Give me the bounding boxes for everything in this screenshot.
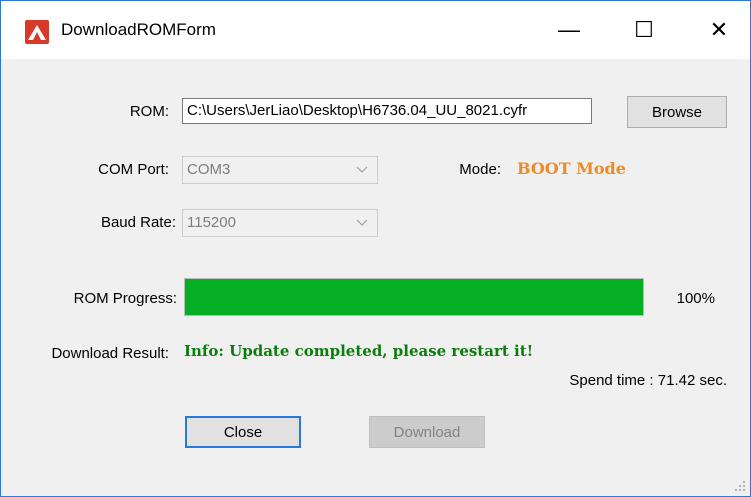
com-port-value: COM3: [187, 161, 231, 178]
resize-grip-icon[interactable]: [734, 480, 746, 492]
mode-value: BOOT Mode: [517, 159, 626, 178]
baud-rate-label: Baud Rate:: [100, 214, 176, 231]
rom-progress-label: ROM Progress:: [73, 290, 177, 307]
download-result-label: Download Result:: [51, 345, 169, 362]
download-rom-window: DownloadROMForm — ☐ ✕ ROM: C:\Users\JerL…: [0, 0, 751, 497]
rom-progress-bar: [184, 278, 644, 316]
spend-time-text: Spend time : 71.42 sec.: [569, 372, 727, 389]
maximize-button[interactable]: ☐: [613, 1, 675, 59]
chevron-down-icon: [347, 157, 377, 183]
minimize-button[interactable]: —: [538, 1, 600, 59]
baud-rate-value: 115200: [187, 214, 236, 231]
download-button[interactable]: Download: [369, 416, 485, 448]
rom-label: ROM:: [129, 103, 169, 120]
baud-rate-select[interactable]: 115200: [182, 209, 378, 237]
rom-path-field[interactable]: C:\Users\JerLiao\Desktop\H6736.04_UU_802…: [182, 98, 592, 124]
chevron-down-icon: [347, 210, 377, 236]
progress-fill: [185, 279, 643, 315]
browse-button[interactable]: Browse: [627, 96, 727, 128]
mode-label: Mode:: [459, 161, 501, 178]
download-result-message: Info: Update completed, please restart i…: [184, 342, 534, 360]
window-title: DownloadROMForm: [61, 20, 216, 39]
progress-percent: 100%: [676, 290, 715, 307]
title-bar[interactable]: DownloadROMForm — ☐ ✕: [1, 1, 750, 59]
app-icon: [25, 20, 49, 44]
close-window-button[interactable]: ✕: [688, 1, 750, 59]
close-button[interactable]: Close: [185, 416, 301, 448]
com-port-label: COM Port:: [98, 161, 169, 178]
com-port-select[interactable]: COM3: [182, 156, 378, 184]
